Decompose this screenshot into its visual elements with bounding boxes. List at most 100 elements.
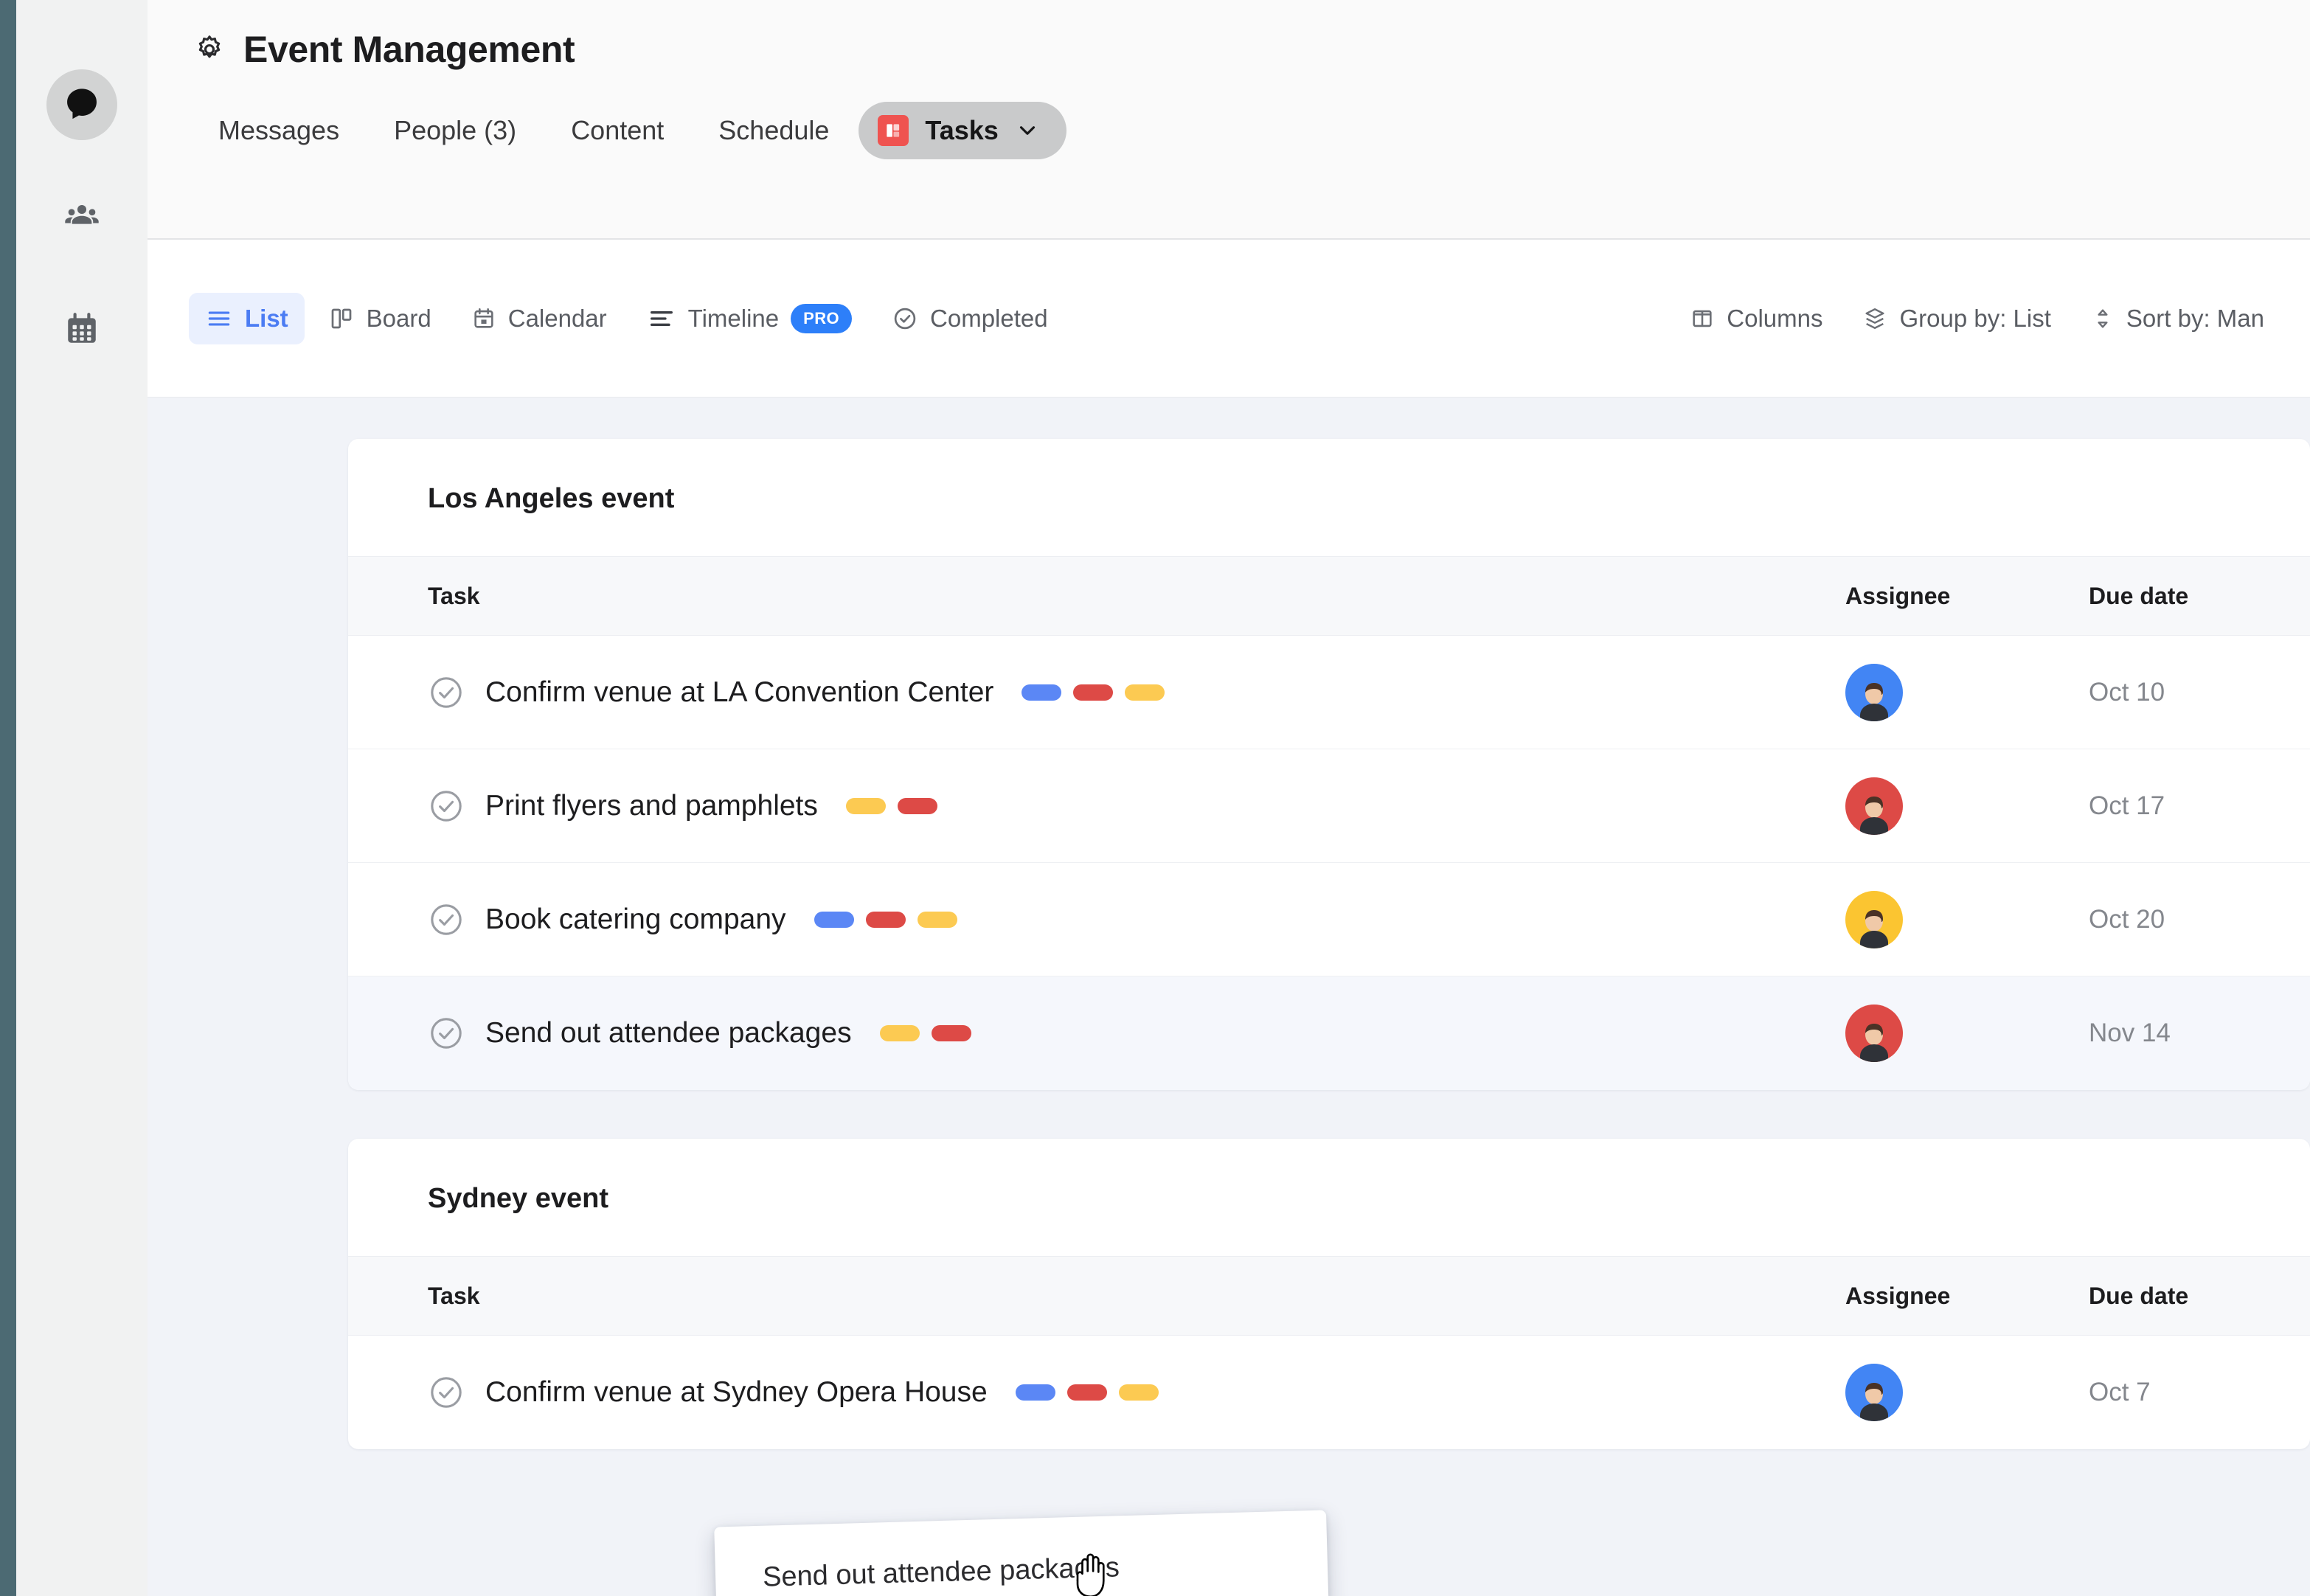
due-date-cell[interactable]: Oct 10 bbox=[2089, 678, 2310, 707]
view-timeline-label: Timeline bbox=[687, 304, 780, 332]
due-date-cell[interactable]: Oct 7 bbox=[2089, 1378, 2310, 1407]
tab-people[interactable]: People (3) bbox=[369, 100, 541, 161]
column-header-assignee: Assignee bbox=[1845, 1282, 1951, 1309]
view-board-button[interactable]: Board bbox=[312, 293, 448, 344]
task-label-pill[interactable] bbox=[814, 911, 854, 928]
task-check-circle-icon[interactable] bbox=[428, 1015, 465, 1052]
assignee-cell[interactable] bbox=[1845, 663, 2089, 721]
gear-icon[interactable] bbox=[193, 33, 226, 66]
avatar[interactable] bbox=[1845, 663, 1903, 721]
view-calendar-label: Calendar bbox=[507, 304, 607, 332]
task-label-pill[interactable] bbox=[917, 911, 957, 928]
task-name: Confirm venue at Sydney Opera House bbox=[485, 1376, 988, 1408]
calendar-small-icon bbox=[471, 306, 496, 331]
tab-tasks[interactable]: Tasks bbox=[859, 102, 1066, 159]
view-completed-label: Completed bbox=[930, 304, 1048, 332]
task-check-circle-icon[interactable] bbox=[428, 674, 465, 711]
avatar[interactable] bbox=[1845, 1364, 1903, 1421]
table-row[interactable]: Book catering company Oct 20 bbox=[348, 863, 2310, 976]
title-row: Event Management bbox=[193, 31, 2310, 68]
tab-content[interactable]: Content bbox=[546, 100, 689, 161]
tab-bar: Messages People (3) Content Schedule Tas… bbox=[193, 100, 2310, 161]
sort-icon bbox=[2091, 307, 2115, 330]
task-label-pill[interactable] bbox=[1125, 684, 1165, 701]
task-labels bbox=[1015, 1384, 1159, 1401]
column-header-task: Task bbox=[428, 582, 480, 609]
table-row[interactable]: Confirm venue at LA Convention Center Oct… bbox=[348, 636, 2310, 749]
app-header: Event Management Messages People (3) Con… bbox=[148, 0, 2310, 240]
table-row[interactable]: Send out attendee packages Nov 14 bbox=[348, 976, 2310, 1090]
chevron-down-icon[interactable] bbox=[1015, 118, 1040, 143]
task-cell: Print flyers and pamphlets bbox=[348, 788, 1845, 825]
drag-ghost-label: Send out attendee packages bbox=[762, 1551, 1120, 1593]
task-group-card: Sydney event Task Assignee Due date Confirm … bbox=[348, 1139, 2310, 1449]
tasks-app-icon bbox=[878, 115, 909, 146]
due-date-cell[interactable]: Nov 14 bbox=[2089, 1019, 2310, 1048]
columns-icon bbox=[1690, 306, 1715, 331]
task-name: Book catering company bbox=[485, 903, 786, 935]
sidebar-item-messages[interactable] bbox=[46, 69, 117, 140]
view-completed-button[interactable]: Completed bbox=[875, 293, 1064, 344]
view-list-button[interactable]: List bbox=[189, 292, 305, 344]
sort-by-button[interactable]: Sort by: Man bbox=[2075, 293, 2280, 344]
timeline-icon bbox=[647, 304, 676, 333]
view-calendar-button[interactable]: Calendar bbox=[455, 293, 623, 344]
check-circle-icon bbox=[892, 305, 918, 332]
page-title: Event Management bbox=[243, 29, 575, 70]
tab-tasks-label: Tasks bbox=[925, 115, 999, 145]
people-group-icon bbox=[63, 198, 100, 235]
task-label-pill[interactable] bbox=[1066, 1384, 1107, 1401]
task-group-card: Los Angeles event Task Assignee Due date Con… bbox=[348, 439, 2310, 1090]
columns-button[interactable]: Columns bbox=[1673, 293, 1839, 344]
task-label-pill[interactable] bbox=[845, 797, 886, 814]
assignee-cell[interactable] bbox=[1845, 890, 2089, 948]
task-name: Confirm venue at LA Convention Center bbox=[485, 676, 994, 708]
tab-schedule[interactable]: Schedule bbox=[693, 100, 854, 161]
tab-messages[interactable]: Messages bbox=[193, 100, 364, 161]
task-check-circle-icon[interactable] bbox=[428, 901, 465, 938]
task-labels bbox=[1022, 684, 1165, 701]
columns-label: Columns bbox=[1727, 304, 1823, 332]
sidebar-item-calendar[interactable] bbox=[46, 294, 117, 364]
task-check-circle-icon[interactable] bbox=[428, 788, 465, 825]
task-label-pill[interactable] bbox=[1073, 684, 1114, 701]
view-board-label: Board bbox=[366, 304, 431, 332]
chat-bubble-icon bbox=[63, 86, 101, 124]
task-label-pill[interactable] bbox=[897, 797, 937, 814]
column-header-task: Task bbox=[428, 1282, 480, 1309]
table-row[interactable]: Confirm venue at Sydney Opera House Oct 7 bbox=[348, 1336, 2310, 1449]
assignee-cell[interactable] bbox=[1845, 777, 2089, 835]
avatar[interactable] bbox=[1845, 777, 1903, 835]
task-label-pill[interactable] bbox=[865, 911, 906, 928]
task-label-pill[interactable] bbox=[931, 1025, 971, 1041]
due-date-cell[interactable]: Oct 20 bbox=[2089, 905, 2310, 934]
board-icon bbox=[328, 305, 355, 332]
task-labels bbox=[845, 797, 937, 814]
task-label-pill[interactable] bbox=[879, 1025, 920, 1041]
task-check-circle-icon[interactable] bbox=[428, 1374, 465, 1411]
calendar-icon bbox=[63, 310, 100, 347]
task-label-pill[interactable] bbox=[1118, 1384, 1159, 1401]
task-name: Print flyers and pamphlets bbox=[485, 789, 818, 822]
assignee-cell[interactable] bbox=[1845, 1005, 2089, 1062]
view-toolbar: List Board Calendar Timeline PRO Complet… bbox=[148, 240, 2310, 398]
drag-ghost-card[interactable]: Send out attendee packages bbox=[714, 1510, 1329, 1596]
main-region: Event Management Messages People (3) Con… bbox=[148, 0, 2310, 1596]
assignee-cell[interactable] bbox=[1845, 1364, 2089, 1421]
column-header-due-date: Due date bbox=[2089, 582, 2189, 609]
sidebar-item-people[interactable] bbox=[46, 181, 117, 252]
table-header-row: Task Assignee Due date bbox=[348, 1256, 2310, 1336]
avatar[interactable] bbox=[1845, 1005, 1903, 1062]
group-by-button[interactable]: Group by: List bbox=[1846, 293, 2067, 344]
task-label-pill[interactable] bbox=[1022, 684, 1062, 701]
task-group-title: Sydney event bbox=[428, 1183, 608, 1214]
group-by-icon bbox=[1862, 306, 1887, 331]
grabbing-hand-cursor bbox=[1069, 1548, 1112, 1596]
sort-by-label: Sort by: Man bbox=[2126, 304, 2264, 332]
table-row[interactable]: Print flyers and pamphlets Oct 17 bbox=[348, 749, 2310, 863]
avatar[interactable] bbox=[1845, 890, 1903, 948]
due-date-cell[interactable]: Oct 17 bbox=[2089, 791, 2310, 821]
list-icon bbox=[205, 305, 233, 333]
view-timeline-button[interactable]: Timeline PRO bbox=[631, 292, 868, 345]
task-label-pill[interactable] bbox=[1015, 1384, 1055, 1401]
